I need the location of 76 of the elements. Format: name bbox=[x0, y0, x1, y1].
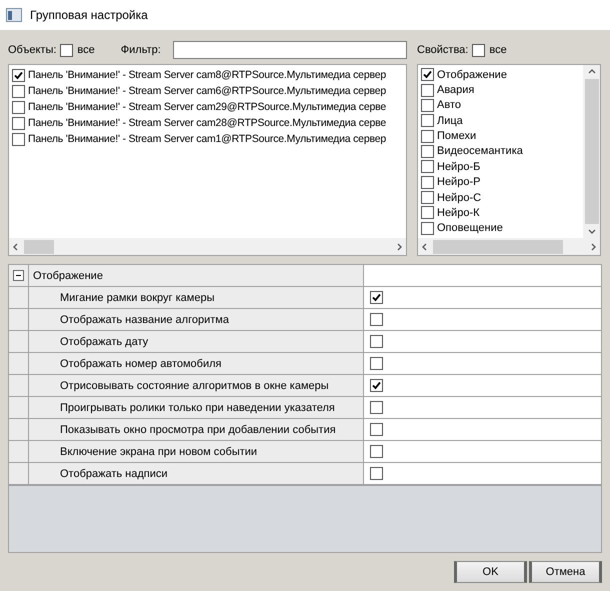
property-item[interactable]: Нейро-Р bbox=[437, 176, 480, 188]
objects-label: Объекты: bbox=[8, 44, 56, 56]
collapse-icon[interactable] bbox=[13, 270, 24, 281]
scroll-up-icon[interactable] bbox=[588, 68, 596, 76]
scroll-thumb[interactable] bbox=[433, 240, 563, 254]
property-name: Отображать надписи bbox=[29, 463, 364, 484]
property-item[interactable]: Нейро-С bbox=[437, 192, 482, 204]
checkbox[interactable] bbox=[472, 44, 486, 56]
checkbox[interactable] bbox=[12, 84, 25, 98]
checkbox[interactable] bbox=[370, 313, 383, 326]
checkbox[interactable] bbox=[421, 160, 434, 174]
window-title: Групповая настройка bbox=[30, 8, 148, 22]
checkbox[interactable] bbox=[421, 68, 434, 82]
checkbox[interactable] bbox=[421, 98, 434, 112]
checkbox[interactable] bbox=[370, 467, 383, 480]
checkbox[interactable] bbox=[12, 68, 25, 82]
property-name: Отображать дату bbox=[29, 331, 364, 352]
properties-label: Свойства: bbox=[417, 44, 468, 56]
checkbox[interactable] bbox=[60, 44, 74, 56]
checkbox[interactable] bbox=[370, 379, 383, 392]
property-item[interactable]: Авария bbox=[437, 84, 474, 96]
checkbox[interactable] bbox=[12, 116, 25, 130]
scroll-thumb[interactable] bbox=[24, 240, 54, 254]
property-item[interactable]: Нейро-К bbox=[437, 206, 480, 219]
checkbox[interactable] bbox=[370, 291, 383, 304]
property-item[interactable]: Видеосемантика bbox=[437, 145, 523, 158]
scroll-down-icon[interactable] bbox=[588, 227, 596, 235]
window-icon bbox=[6, 8, 22, 22]
horizontal-scrollbar[interactable] bbox=[418, 238, 600, 255]
object-item[interactable]: Панель 'Внимание!' - Stream Server cam6@RTPSource.Мультимедиа сервер bbox=[28, 85, 386, 97]
property-name: Отображать название алгоритма bbox=[29, 309, 364, 330]
vertical-scrollbar[interactable] bbox=[583, 65, 600, 238]
object-item[interactable]: Панель 'Внимание!' - Stream Server cam1@RTPSource.Мультимедиа сервер bbox=[28, 133, 386, 145]
property-name: Отображать номер автомобиля bbox=[29, 353, 364, 374]
scroll-thumb[interactable] bbox=[584, 79, 598, 224]
all-label: все bbox=[489, 44, 507, 56]
scroll-right-icon[interactable] bbox=[395, 242, 403, 250]
checkbox[interactable] bbox=[421, 206, 434, 220]
checkbox[interactable] bbox=[370, 423, 383, 436]
scroll-left-icon[interactable] bbox=[421, 242, 429, 250]
property-name: Показывать окно просмотра при добавлении события bbox=[29, 419, 364, 440]
category-label[interactable]: Отображение bbox=[29, 265, 364, 286]
object-item[interactable]: Панель 'Внимание!' - Stream Server cam28@RTPSource.Мультимедиа серве bbox=[28, 117, 386, 129]
filter-field[interactable] bbox=[172, 41, 407, 59]
scroll-left-icon[interactable] bbox=[12, 242, 20, 250]
scroll-right-icon[interactable] bbox=[589, 242, 597, 250]
cancel-button[interactable]: Отмена bbox=[529, 561, 602, 583]
object-item[interactable]: Панель 'Внимание!' - Stream Server cam29@RTPSource.Мультимедиа серве bbox=[28, 101, 386, 113]
property-item[interactable]: Отображение bbox=[437, 68, 507, 81]
checkbox[interactable] bbox=[421, 176, 434, 189]
object-item[interactable]: Панель 'Внимание!' - Stream Server cam8@RTPSource.Мультимедиа сервер bbox=[28, 69, 386, 81]
property-item[interactable]: Лица bbox=[437, 114, 463, 127]
checkbox[interactable] bbox=[421, 222, 434, 235]
property-name: Проигрывать ролики только при наведении указателя bbox=[29, 397, 364, 418]
property-item[interactable]: Нейро-Б bbox=[437, 160, 480, 173]
property-name: Мигание рамки вокруг камеры bbox=[29, 287, 364, 308]
filter-label: Фильтр: bbox=[120, 44, 161, 56]
property-item[interactable]: Помехи bbox=[437, 130, 476, 142]
property-item[interactable]: Авто bbox=[437, 99, 461, 112]
checkbox[interactable] bbox=[370, 401, 383, 414]
checkbox[interactable] bbox=[370, 445, 383, 458]
checkbox[interactable] bbox=[421, 84, 434, 97]
horizontal-scrollbar[interactable] bbox=[9, 238, 406, 255]
checkbox[interactable] bbox=[421, 130, 434, 143]
checkbox[interactable] bbox=[12, 132, 25, 146]
checkbox[interactable] bbox=[421, 144, 434, 158]
checkbox[interactable] bbox=[370, 335, 383, 348]
checkbox[interactable] bbox=[12, 100, 25, 114]
all-label: все bbox=[77, 44, 95, 56]
checkbox[interactable] bbox=[370, 357, 383, 370]
property-item[interactable]: Оповещение bbox=[437, 222, 503, 234]
checkbox[interactable] bbox=[421, 191, 434, 204]
property-name: Отрисовывать состояние алгоритмов в окне камеры bbox=[29, 375, 364, 396]
ok-button[interactable]: OK bbox=[454, 561, 527, 583]
property-name: Включение экрана при новом событии bbox=[29, 441, 364, 462]
checkbox[interactable] bbox=[421, 114, 434, 128]
